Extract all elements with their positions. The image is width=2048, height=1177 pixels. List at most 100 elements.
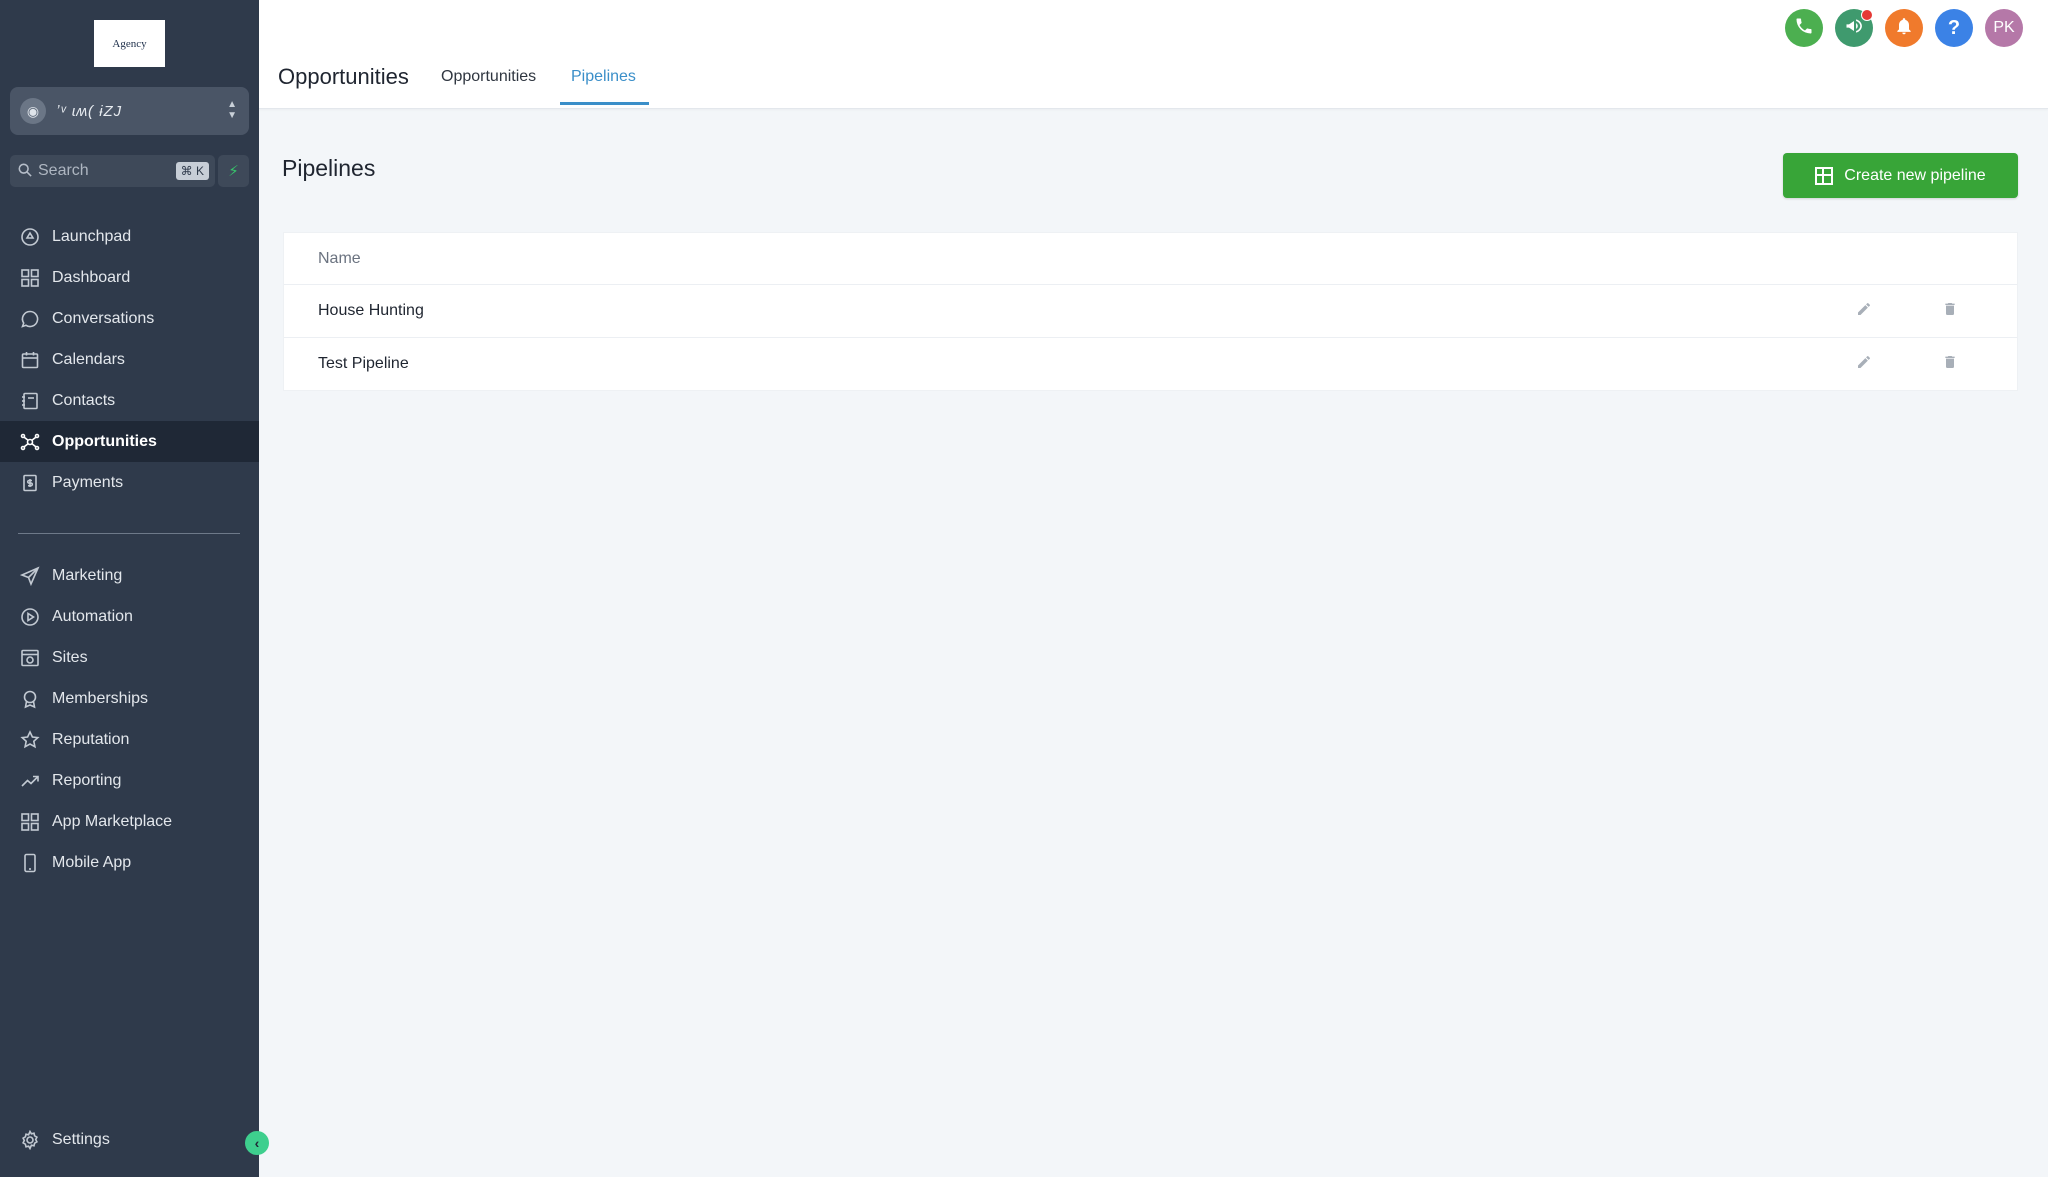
sidebar-item-label: Conversations bbox=[52, 309, 155, 327]
sidebar-item-reporting[interactable]: Reporting bbox=[0, 760, 259, 801]
gear-icon bbox=[20, 1129, 40, 1150]
edit-pipeline-button[interactable] bbox=[1855, 355, 1873, 373]
pencil-icon bbox=[1856, 354, 1872, 375]
question-icon: ? bbox=[1947, 16, 1961, 39]
trash-icon bbox=[1942, 301, 1958, 322]
sidebar-item-payments[interactable]: Payments bbox=[0, 462, 259, 503]
phone-button[interactable] bbox=[1785, 9, 1823, 47]
notifications-button[interactable] bbox=[1885, 9, 1923, 47]
bell-icon bbox=[1894, 16, 1914, 41]
search-placeholder: Search bbox=[38, 162, 89, 179]
agency-logo[interactable]: Agency bbox=[94, 20, 165, 67]
contacts-icon bbox=[20, 391, 40, 411]
sidebar-item-label: Marketing bbox=[52, 566, 123, 584]
apps-icon bbox=[20, 812, 40, 832]
sidebar-item-conversations[interactable]: Conversations bbox=[0, 298, 259, 339]
top-header: Opportunities Opportunities Pipelines ? … bbox=[259, 0, 2048, 109]
active-tab-indicator bbox=[560, 102, 649, 105]
sidebar-nav-primary: Launchpad Dashboard Conversations Calend… bbox=[0, 216, 259, 503]
sidebar-item-label: Opportunities bbox=[52, 432, 157, 450]
notification-dot bbox=[1861, 9, 1873, 21]
account-avatar-icon: ◉ bbox=[20, 98, 46, 124]
sidebar-item-settings[interactable]: Settings bbox=[0, 1119, 259, 1160]
logo-text: Agency bbox=[112, 37, 147, 50]
tab-opportunities[interactable]: Opportunities bbox=[441, 68, 536, 86]
sidebar-item-label: Automation bbox=[52, 607, 133, 625]
column-header-name: Name bbox=[318, 249, 361, 267]
sidebar: Agency ◉ ʼᵛ ɩʍ( ɨZJ ▲ ▼ Search ⌘ K ⚡︎ Lau… bbox=[0, 0, 259, 1177]
search-icon bbox=[18, 163, 32, 180]
phone-icon bbox=[1794, 16, 1814, 41]
pipeline-name: Test Pipeline bbox=[318, 355, 409, 372]
avatar[interactable]: PK bbox=[1985, 9, 2023, 47]
sidebar-item-label: Launchpad bbox=[52, 227, 132, 245]
rocket-icon bbox=[20, 227, 40, 247]
delete-pipeline-button[interactable] bbox=[1941, 302, 1959, 320]
sidebar-nav-secondary: Marketing Automation Sites Memberships R… bbox=[0, 555, 259, 883]
sidebar-item-contacts[interactable]: Contacts bbox=[0, 380, 259, 421]
announcements-button[interactable] bbox=[1835, 9, 1873, 47]
sidebar-item-sites[interactable]: Sites bbox=[0, 637, 259, 678]
chevron-updown-icon: ▲ ▼ bbox=[227, 99, 237, 121]
sidebar-divider bbox=[18, 533, 240, 534]
sidebar-item-label: Payments bbox=[52, 473, 124, 491]
chevron-left-icon: ‹ bbox=[254, 1135, 260, 1151]
pipelines-table: Name House Hunting Test Pipeline bbox=[283, 232, 2018, 391]
sidebar-item-opportunities[interactable]: Opportunities bbox=[0, 421, 259, 462]
sidebar-item-dashboard[interactable]: Dashboard bbox=[0, 257, 259, 298]
sidebar-item-label: Sites bbox=[52, 648, 88, 666]
badge-icon bbox=[20, 689, 40, 709]
create-pipeline-label: Create new pipeline bbox=[1844, 166, 1986, 184]
pipeline-name: House Hunting bbox=[318, 302, 424, 319]
delete-pipeline-button[interactable] bbox=[1941, 355, 1959, 373]
avatar-initials: PK bbox=[1993, 19, 2015, 36]
sidebar-item-label: App Marketplace bbox=[52, 812, 173, 830]
sidebar-item-app-marketplace[interactable]: App Marketplace bbox=[0, 801, 259, 842]
sidebar-item-calendars[interactable]: Calendars bbox=[0, 339, 259, 380]
sidebar-item-label: Calendars bbox=[52, 350, 125, 368]
trend-icon bbox=[20, 771, 40, 791]
sites-icon bbox=[20, 648, 40, 668]
tab-pipelines[interactable]: Pipelines bbox=[571, 68, 636, 86]
account-name: ʼᵛ ɩʍ( ɨZJ bbox=[56, 102, 123, 120]
account-switcher[interactable]: ◉ ʼᵛ ɩʍ( ɨZJ ▲ ▼ bbox=[10, 87, 249, 135]
section-title: Pipelines bbox=[282, 155, 376, 181]
grid-plus-icon bbox=[1815, 166, 1834, 185]
sidebar-item-label: Reputation bbox=[52, 730, 130, 748]
sidebar-item-reputation[interactable]: Reputation bbox=[0, 719, 259, 760]
search-input[interactable]: Search ⌘ K bbox=[10, 155, 215, 187]
opportunities-icon bbox=[20, 432, 40, 452]
sidebar-item-label: Settings bbox=[52, 1130, 110, 1148]
collapse-sidebar-button[interactable]: ‹ bbox=[245, 1131, 269, 1155]
mobile-icon bbox=[20, 853, 40, 873]
chat-icon bbox=[20, 309, 40, 329]
quick-actions-button[interactable]: ⚡︎ bbox=[218, 155, 249, 187]
sidebar-item-label: Memberships bbox=[52, 689, 149, 707]
table-row[interactable]: Test Pipeline bbox=[284, 338, 2017, 390]
sidebar-item-mobile-app[interactable]: Mobile App bbox=[0, 842, 259, 883]
sidebar-item-memberships[interactable]: Memberships bbox=[0, 678, 259, 719]
trash-icon bbox=[1942, 354, 1958, 375]
dashboard-icon bbox=[20, 268, 40, 288]
sidebar-item-label: Dashboard bbox=[52, 268, 131, 286]
edit-pipeline-button[interactable] bbox=[1855, 302, 1873, 320]
automation-icon bbox=[20, 607, 40, 627]
pencil-icon bbox=[1856, 301, 1872, 322]
search-shortcut-badge: ⌘ K bbox=[175, 162, 209, 180]
send-icon bbox=[20, 565, 40, 586]
payments-icon bbox=[20, 473, 40, 493]
table-header-row: Name bbox=[284, 233, 2017, 285]
help-button[interactable]: ? bbox=[1935, 9, 1973, 47]
create-pipeline-button[interactable]: Create new pipeline bbox=[1783, 153, 2018, 198]
sidebar-item-launchpad[interactable]: Launchpad bbox=[0, 216, 259, 257]
table-row[interactable]: House Hunting bbox=[284, 285, 2017, 338]
star-icon bbox=[20, 729, 40, 750]
calendar-icon bbox=[20, 350, 40, 370]
sidebar-item-label: Mobile App bbox=[52, 853, 132, 871]
page-title: Opportunities bbox=[278, 64, 409, 89]
sidebar-item-marketing[interactable]: Marketing bbox=[0, 555, 259, 596]
sidebar-item-automation[interactable]: Automation bbox=[0, 596, 259, 637]
lightning-icon: ⚡︎ bbox=[228, 163, 239, 180]
sidebar-item-label: Contacts bbox=[52, 391, 116, 409]
sidebar-item-label: Reporting bbox=[52, 771, 122, 789]
